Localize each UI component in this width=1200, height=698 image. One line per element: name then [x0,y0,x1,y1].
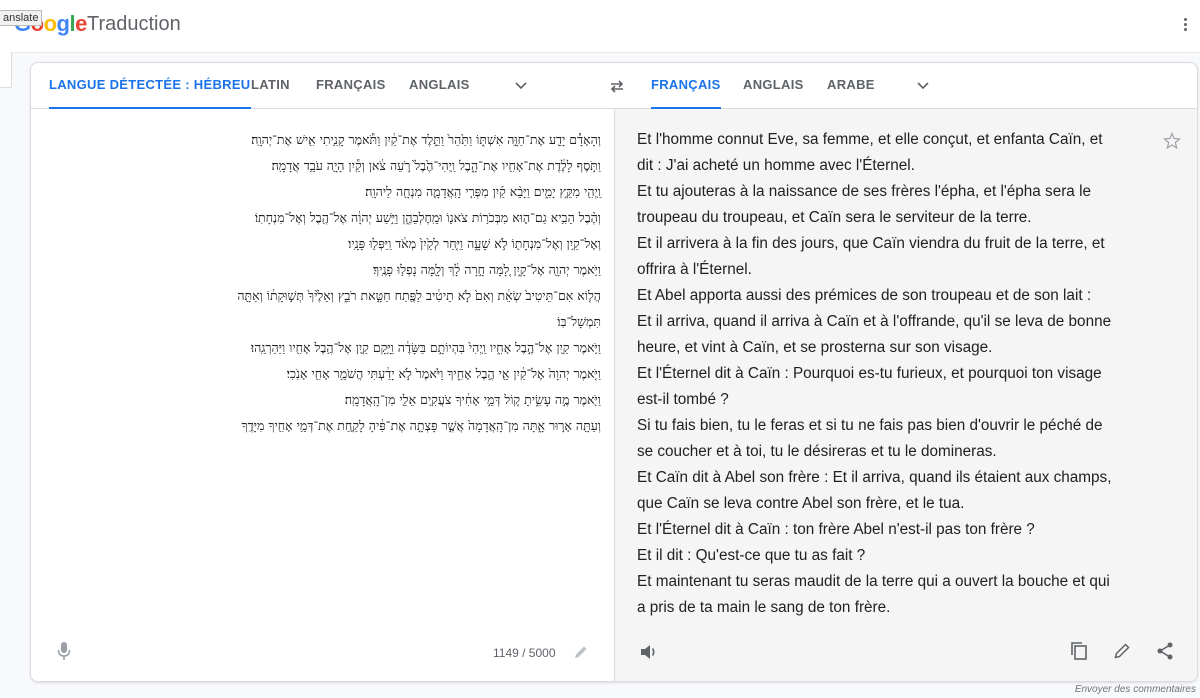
pencil-icon[interactable] [1113,642,1131,660]
source-line: וְהָאָדָ֕ם יָדַ֖ע אֶת־חַוָּ֣ה אִשְׁתּ֑וֹ… [251,132,601,147]
target-line: Et maintenant tu seras maudit de la terr… [637,573,1110,590]
tab-source-anglais[interactable]: ANGLAIS [409,63,470,109]
tab-source-francais[interactable]: FRANÇAIS [316,63,386,109]
source-line: וְעַתָּ֖ה אָר֣וּר אָ֑תָּה מִן־הָֽאֲדָמָה… [241,418,601,433]
source-line: וְאֶל־קַ֥יִן וְאֶל־מִנְחָת֖וֹ לֹ֣א שָׁעָ… [348,236,601,251]
tab-source-latin[interactable]: LATIN [251,63,290,109]
pencil-icon[interactable] [573,644,589,660]
target-line: Et tu ajouteras à la naissance de ses fr… [637,183,1091,200]
character-counter: 1149 / 5000 [493,646,556,660]
chevron-down-icon[interactable] [917,79,929,91]
swap-icon[interactable] [608,77,626,95]
source-line: וַיֹּ֥אמֶר קַ֖יִן אֶל־הֶ֣בֶל אָחִ֑יו וַֽ… [250,340,601,355]
language-bar: LANGUE DÉTECTÉE : HÉBREU LATIN FRANÇAIS … [31,63,1197,109]
source-textarea[interactable]: וְהָאָדָ֕ם יָדַ֖ע אֶת־חַוָּ֣ה אִשְׁתּ֑וֹ… [81,127,601,439]
copy-icon[interactable] [1069,641,1089,661]
apps-icon[interactable] [1184,18,1196,32]
side-strip [0,52,12,88]
target-line: Et l'homme connut Eve, sa femme, et elle… [637,131,1103,148]
target-line: Et Abel apporta aussi des prémices de so… [637,287,1092,304]
target-line: Si tu fais bien, tu le feras et si tu ne… [637,417,1103,434]
target-line: troupeau du troupeau, et Caïn sera le se… [637,209,1032,226]
target-line: que Caïn se leva contre Abel son frère, … [637,495,965,512]
tooltip: anslate [0,10,43,26]
target-line: Et Caïn dit à Abel son frère : Et il arr… [637,469,1112,486]
target-line: Et il dit : Qu'est-ce que tu as fait ? [637,547,866,564]
target-line: a pris de ta main le sang de ton frère. [637,599,891,616]
share-icon[interactable] [1155,641,1175,661]
source-line: וַיֹּ֤אמֶר יְהוָה֙ אֶל־קַ֔יִן אֵ֖י הֶ֣בֶ… [286,366,601,381]
target-line: heure, et vint à Caïn, et se prosterna s… [637,339,993,356]
target-line: offrira à l'Éternel. [637,261,752,278]
source-line: וַֽיְהִ֖י מִקֵּ֣ץ יָמִ֑ים וַיָּבֵ֨א קַ֜י… [365,184,601,199]
source-line: תִּמְשָׁל־בּֽוֹ׃ [557,314,601,329]
source-line: וַתֹּ֣סֶף לָלֶ֔דֶת אֶת־אָחִ֖יו אֶת־הָ֑בֶ… [271,158,601,173]
translation-card: LANGUE DÉTECTÉE : HÉBREU LATIN FRANÇAIS … [30,62,1198,682]
star-icon[interactable] [1162,131,1182,151]
tab-target-francais[interactable]: FRANÇAIS [651,63,721,109]
translation-output: Et l'homme connut Eve, sa femme, et elle… [637,127,1157,621]
target-line: Et l'Éternel dit à Caïn : ton frère Abel… [637,521,1035,538]
tab-detected-language[interactable]: LANGUE DÉTECTÉE : HÉBREU [49,63,251,109]
source-line: וְהֶ֨בֶל הֵבִ֥יא גַם־ה֛וּא מִבְּכֹר֥וֹת … [254,210,601,225]
speaker-icon[interactable] [639,643,659,661]
tab-target-anglais[interactable]: ANGLAIS [743,63,804,109]
target-line: dit : J'ai acheté un homme avec l'Éterne… [637,157,915,174]
mic-icon[interactable] [57,641,71,661]
target-line: est-il tombé ? [637,391,729,408]
chevron-down-icon[interactable] [515,79,527,91]
target-line: Et il arrivera à la fin des jours, que C… [637,235,1105,252]
target-line: Et l'Éternel dit à Caïn : Pourquoi es-tu… [637,365,1102,382]
app-name: Traduction [87,13,181,35]
source-line: וַיֹּ֖אמֶר מֶ֣ה עָשִׂ֑יתָ ק֚וֹל דְּמֵ֣י … [344,392,601,407]
source-line: הֲל֤וֹא אִם־תֵּיטִיב֙ שְׂאֵ֔ת וְאִם֙ לֹ֣… [237,288,601,303]
source-line: וַיֹּ֥אמֶר יְהוָ֖ה אֶל־קָ֑יִן לָ֚מָּה חָ… [373,262,601,277]
tab-target-arabe[interactable]: ARABE [827,63,875,109]
target-line: se coucher et à toi, tu le désireras et … [637,443,997,460]
header: anslate Google Traduction [0,0,1200,52]
target-line: Et il arriva, quand il arriva à Caïn et … [637,313,1112,330]
feedback-link[interactable]: Envoyer des commentaires [1040,684,1196,695]
panel-divider [614,109,615,681]
